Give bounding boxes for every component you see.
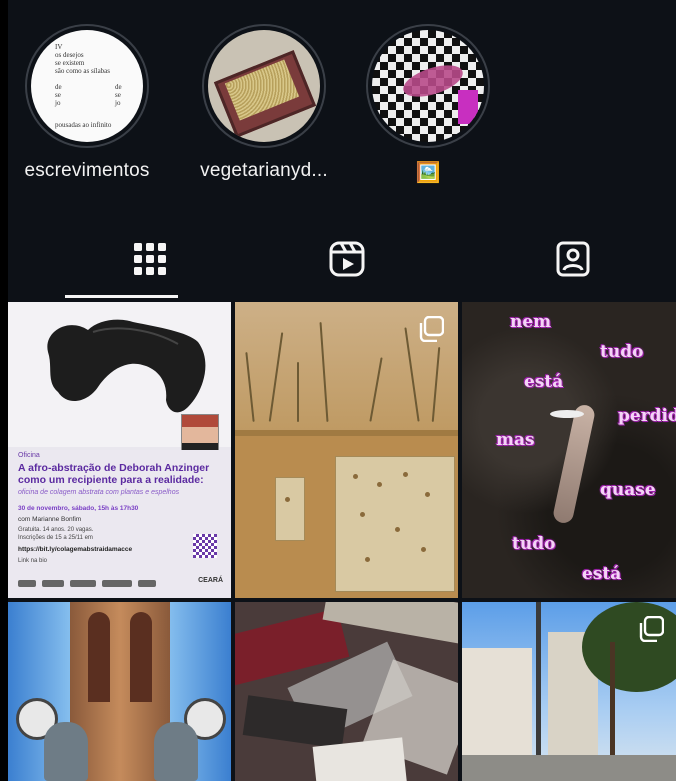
paper-sheet: [275, 477, 305, 541]
highlight-label: escrevimentos: [24, 160, 150, 181]
highlight-ring: [202, 24, 326, 148]
highlight-cover-poem: IV os desejos se existem são como as síl…: [31, 30, 143, 142]
tagged-icon: [556, 241, 590, 277]
profile-frame: IV os desejos se existem são como as síl…: [8, 0, 676, 781]
highlight-picture[interactable]: 🖼️: [348, 24, 508, 185]
flyer-info: Gratuita. 14 anos. 20 vagas.: [18, 527, 94, 533]
poem-word: perdido: [618, 406, 676, 426]
poem-line: de: [55, 83, 62, 91]
tab-grid[interactable]: [65, 222, 235, 296]
post-tile-pressed-plants[interactable]: [235, 302, 458, 598]
poem-word: nem: [510, 312, 552, 332]
poem-word: tudo: [512, 534, 556, 554]
post-tile-workshop-flyer[interactable]: Oficina A afro-abstração de Deborah Anzi…: [8, 302, 231, 598]
sculpture-shape: [47, 319, 206, 413]
flyer-bio-note: Link na bio: [18, 558, 48, 564]
carousel-icon: [419, 316, 444, 342]
road: [462, 755, 676, 781]
highlight-label: vegetarianyd...: [200, 160, 328, 181]
poem-line: de: [115, 83, 122, 91]
highlight-cover-checker: [372, 30, 484, 142]
highlight-label: 🖼️: [415, 162, 441, 184]
profile-tabs: [8, 222, 676, 300]
highlight-ring: [366, 24, 490, 148]
doll-hat: [550, 410, 584, 418]
poem-word: está: [582, 564, 622, 584]
highlight-ring: IV os desejos se existem são como as síl…: [25, 24, 149, 148]
flyer-subtitle: oficina de colagem abstrata com plantas …: [18, 489, 180, 496]
flyer-link: https://bit.ly/colagemabstraidamacce: [18, 546, 133, 553]
sculpture-photo: [8, 302, 231, 456]
reels-icon: [329, 241, 365, 277]
poem-line: jo: [115, 99, 121, 107]
arched-window: [130, 612, 152, 702]
poem-line: se: [55, 91, 61, 99]
poem-line: os desejos: [55, 51, 84, 59]
pink-figure: [458, 90, 478, 124]
poem-line: se: [115, 91, 121, 99]
tab-reels[interactable]: [262, 222, 432, 296]
poem-line: pousadas ao infinito: [55, 121, 112, 129]
insect-shape: [399, 59, 467, 103]
highlight-vegetarianyd[interactable]: vegetarianyd...: [184, 24, 344, 182]
post-tile-poem[interactable]: nem tudo está perdido mas quase tudo est…: [462, 302, 676, 598]
post-tile-glass-shards[interactable]: [235, 602, 458, 781]
post-tile-building-collage[interactable]: [8, 602, 231, 781]
posts-grid: Oficina A afro-abstração de Deborah Anzi…: [8, 302, 676, 781]
poem-line: jo: [55, 99, 61, 107]
poem-line: são como as sílabas: [55, 67, 111, 75]
highlight-escrevimentos[interactable]: IV os desejos se existem são como as síl…: [8, 24, 167, 182]
poem-word: tudo: [600, 342, 644, 362]
flyer-date: 30 de novembro, sábado, 15h às 17h30: [18, 505, 139, 512]
grid-icon: [134, 243, 166, 275]
statue-figure: [154, 722, 198, 781]
flyer-host: com Marianne Bonfim: [18, 516, 82, 523]
poem-line: IV: [55, 43, 63, 51]
building: [462, 648, 532, 768]
highlight-cover-box: [208, 30, 320, 142]
poem-word: mas: [496, 430, 535, 450]
tab-tagged[interactable]: [488, 222, 658, 296]
poem-word: está: [524, 372, 564, 392]
flyer-info: Inscrições de 15 a 25/11 em: [18, 535, 93, 541]
sponsor-logos: [18, 578, 223, 588]
post-tile-street[interactable]: [462, 602, 676, 781]
story-highlights: IV os desejos se existem são como as síl…: [8, 0, 676, 200]
flyer-title: A afro-abstração de Deborah Anzinger com…: [18, 462, 210, 486]
carousel-icon: [639, 616, 664, 642]
statue-figure: [44, 722, 88, 781]
qr-code-icon: [193, 534, 217, 558]
flyer-kicker: Oficina: [18, 452, 40, 459]
poem-word: quase: [600, 480, 656, 500]
poem-line: se existem: [55, 59, 85, 67]
flyer-org-logo: CEARÁ: [198, 577, 223, 584]
arched-window: [88, 612, 110, 702]
active-tab-indicator: [65, 295, 178, 298]
